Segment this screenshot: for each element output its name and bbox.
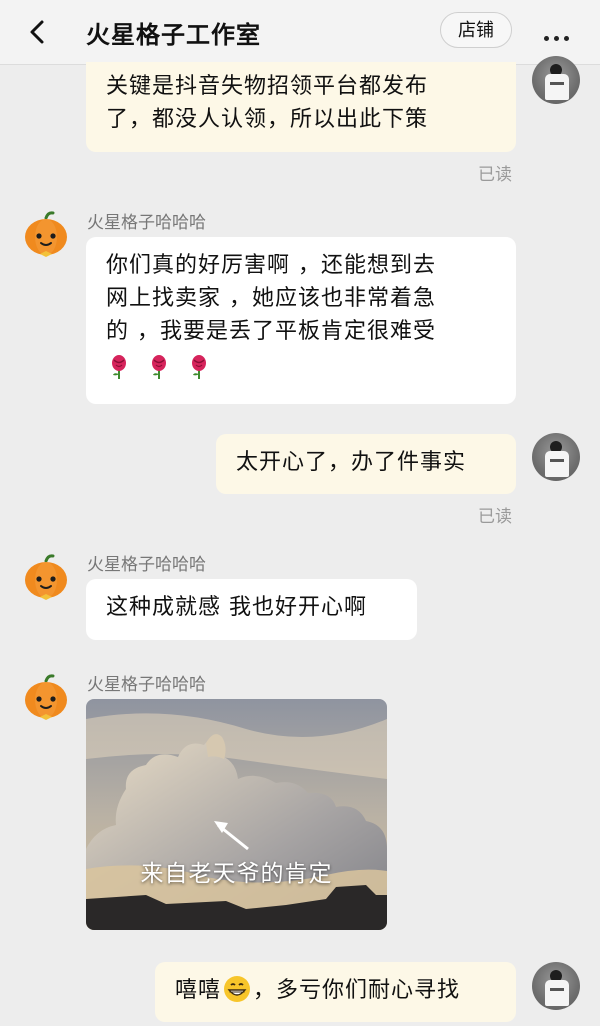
sender-name: 火星格子哈哈哈	[87, 675, 206, 695]
pumpkin-avatar-icon[interactable]	[22, 210, 70, 260]
my-avatar[interactable]	[532, 56, 580, 104]
message-text: 了，都没人认领，所以出此下策	[106, 107, 429, 132]
sky-cloud-photo[interactable]: 来自老天爷的肯定	[86, 699, 387, 930]
chat-title: 火星格子工作室	[86, 21, 261, 49]
read-status: 已读	[478, 507, 512, 527]
sender-name: 火星格子哈哈哈	[87, 555, 206, 575]
rose-icon	[146, 354, 172, 380]
back-arrow-icon[interactable]	[22, 16, 54, 48]
emoji-row	[106, 350, 496, 383]
pumpkin-avatar-icon[interactable]	[22, 553, 70, 603]
their-message-bubble[interactable]: 你们真的好厉害啊 ，还能想到去 网上找卖家 ，她应该也非常着急 的 ，我要是丢了…	[86, 237, 516, 404]
message-text: 关键是抖音失物招领平台都发布	[106, 74, 429, 99]
rose-icon	[186, 354, 212, 380]
their-message-bubble[interactable]: 这种成就感 我也好开心啊	[86, 579, 417, 640]
my-avatar[interactable]	[532, 433, 580, 481]
message-text: 你们真的好厉害啊 ，还能想到去	[106, 253, 436, 278]
my-message-bubble[interactable]: 关键是抖音失物招领平台都发布 了，都没人认领，所以出此下策	[86, 62, 516, 152]
image-caption: 来自老天爷的肯定	[140, 861, 333, 887]
chat-header: 火星格子工作室 店铺	[0, 0, 600, 65]
sender-name: 火星格子哈哈哈	[87, 213, 206, 233]
message-text: 的 ，我要是丢了平板肯定很难受	[106, 319, 436, 344]
message-text: ，多亏你们耐心寻找	[253, 978, 461, 1003]
more-options-icon[interactable]	[544, 26, 580, 41]
message-text: 这种成就感 我也好开心啊	[106, 595, 367, 620]
read-status: 已读	[478, 165, 512, 185]
message-text: 网上找卖家 ，她应该也非常着急	[106, 286, 436, 311]
my-message-bubble[interactable]: 嘻嘻 ，多亏你们耐心寻找	[155, 962, 516, 1022]
my-avatar[interactable]	[532, 962, 580, 1010]
rose-icon	[106, 354, 132, 380]
message-text: 嘻嘻	[175, 978, 222, 1003]
message-text: 太开心了，办了件事实	[236, 450, 467, 475]
my-message-bubble[interactable]: 太开心了，办了件事实	[216, 434, 516, 494]
pumpkin-avatar-icon[interactable]	[22, 673, 70, 723]
store-button[interactable]: 店铺	[440, 12, 512, 48]
grinning-face-icon	[223, 975, 251, 1003]
